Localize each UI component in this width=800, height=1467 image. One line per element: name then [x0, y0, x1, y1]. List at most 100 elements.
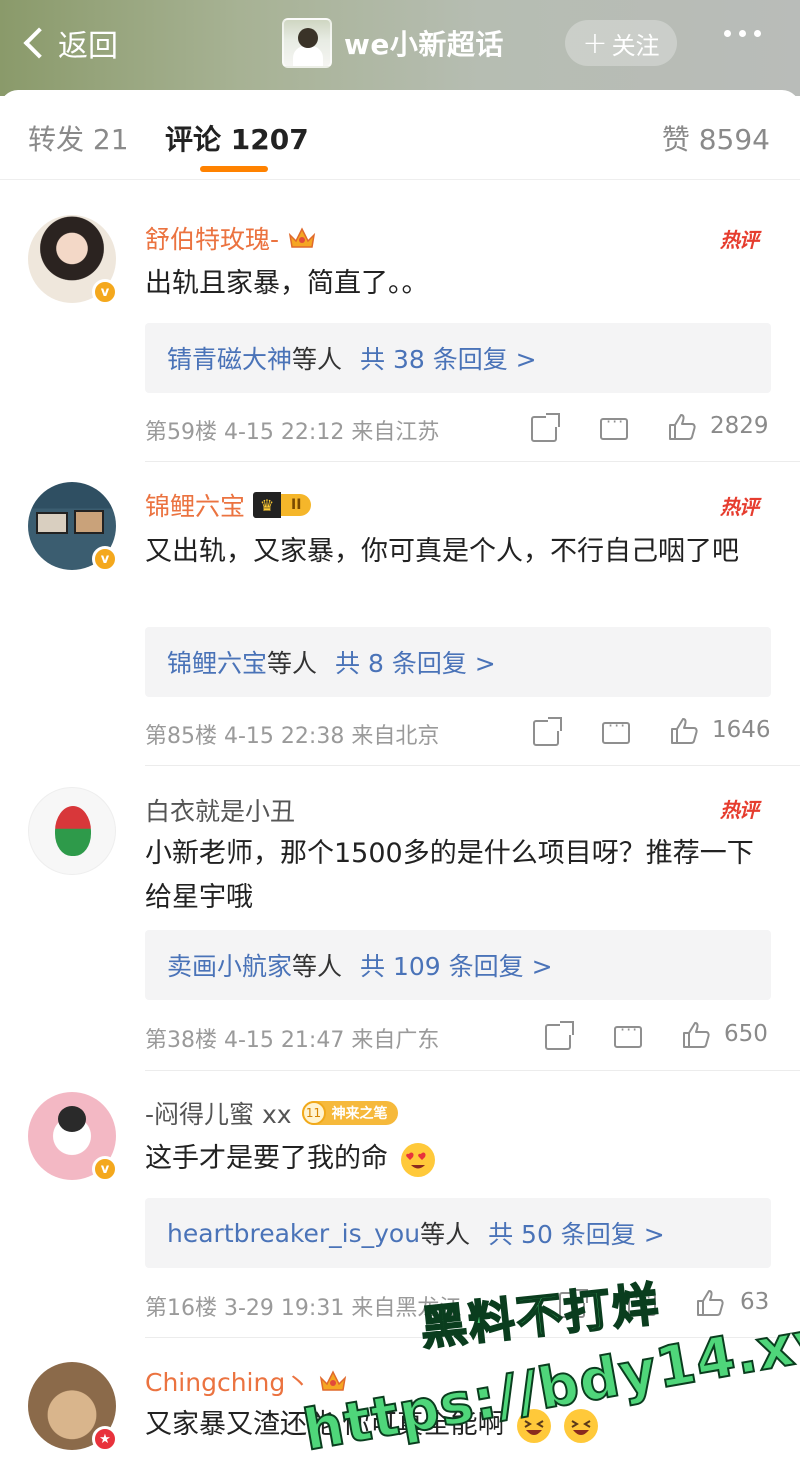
username[interactable]: Chingching丶 — [145, 1363, 348, 1399]
divider — [145, 1070, 800, 1071]
reply-count[interactable]: 共 38 条回复 > — [360, 340, 537, 376]
tab-bar: 转发 21 评论 1207 赞 8594 — [0, 90, 800, 180]
top-bar: 返回 we小新超话 + 关注 — [0, 0, 800, 96]
username-text: 白衣就是小丑 — [145, 797, 296, 826]
reply-mid: 等人 — [267, 649, 318, 678]
comment-text[interactable]: 这手才是要了我的命 — [145, 1137, 775, 1181]
comment-text[interactable]: 小新老师，那个1500多的是什么项目呀？推荐一下给星宇哦 — [145, 832, 775, 920]
crown-icon: ♛ — [253, 492, 282, 518]
comment-meta: 第16楼 3-29 19:31 来自黑龙江 — [145, 1290, 461, 1322]
avatar[interactable]: ★ — [28, 1362, 118, 1452]
hot-comment-badge: 热评 — [720, 798, 759, 822]
comment-icon[interactable] — [602, 716, 630, 744]
like-count: 2829 — [710, 413, 769, 439]
tab-likes[interactable]: 赞 8594 — [662, 118, 770, 158]
reply-count[interactable]: 共 109 条回复 > — [360, 947, 553, 983]
verified-badge-icon: ★ — [92, 1426, 118, 1452]
hot-comment-badge: 热评 — [720, 228, 759, 252]
tab-repost[interactable]: 转发 21 — [28, 118, 129, 158]
username-text: -闷得儿蜜 xx — [145, 1100, 292, 1129]
crown-icon — [318, 1368, 348, 1394]
avatar[interactable]: v — [28, 1092, 118, 1182]
username[interactable]: 舒伯特玫瑰- — [145, 220, 317, 256]
share-icon[interactable] — [545, 1021, 574, 1050]
like-icon[interactable] — [681, 1020, 711, 1050]
comment-meta: 第59楼 4-15 22:12 来自江苏 — [145, 414, 439, 446]
heart-eyes-emoji-icon — [400, 1142, 435, 1177]
divider — [145, 765, 800, 766]
like-icon[interactable] — [667, 412, 697, 442]
floor-number: 第38楼 — [145, 1028, 217, 1053]
floor-number: 第16楼 — [145, 1296, 217, 1321]
like-count: 63 — [740, 1289, 770, 1315]
replies-summary[interactable]: 锦鲤六宝 等人 共 8 条回复 > — [145, 627, 771, 697]
verified-badge-icon: v — [92, 546, 118, 572]
replies-summary[interactable]: heartbreaker_is_you 等人 共 50 条回复 > — [145, 1198, 771, 1268]
hot-comment-badge: 热评 — [720, 495, 759, 519]
topic-title[interactable]: we小新超话 — [282, 18, 504, 68]
comment-location: 来自北京 — [351, 724, 440, 749]
medal-number: 11 — [301, 1101, 326, 1125]
reply-mid: 等人 — [292, 952, 343, 981]
medal-text: 神来之笔 — [331, 1106, 388, 1122]
reply-users[interactable]: 卖画小航家 — [167, 947, 292, 983]
replies-summary[interactable]: 锖青磁大神 等人 共 38 条回复 > — [145, 323, 771, 393]
vip-level-badge: ♛ II — [253, 492, 312, 518]
like-count: 650 — [724, 1021, 768, 1047]
username-text: 舒伯特玫瑰- — [145, 225, 280, 254]
like-icon[interactable] — [695, 1288, 725, 1318]
like-icon[interactable] — [669, 716, 699, 746]
username[interactable]: -闷得儿蜜 xx 11 神来之笔 — [145, 1095, 398, 1131]
username-text: 锦鲤六宝 — [145, 492, 246, 521]
share-icon[interactable] — [533, 717, 562, 746]
floor-number: 第85楼 — [145, 724, 217, 749]
reply-users[interactable]: 锦鲤六宝 — [167, 644, 267, 680]
reply-count[interactable]: 共 8 条回复 > — [335, 644, 496, 680]
crown-icon — [287, 225, 317, 251]
follow-label: 关注 — [611, 31, 660, 60]
share-icon[interactable] — [531, 413, 560, 442]
chevron-left-icon — [23, 27, 55, 59]
follow-button[interactable]: + 关注 — [565, 20, 677, 66]
comment-icon[interactable] — [600, 412, 628, 440]
username[interactable]: 白衣就是小丑 — [145, 792, 295, 828]
comment-text-body: 这手才是要了我的命 — [145, 1143, 388, 1174]
comment-time: 4-15 22:38 — [224, 724, 345, 749]
reply-users[interactable]: 锖青磁大神 — [167, 340, 292, 376]
comment-text[interactable]: 又出轨，又家暴，你可真是个人，不行自己咽了吧 — [145, 530, 775, 574]
comment-location: 来自江苏 — [351, 420, 440, 445]
avatar[interactable]: v — [28, 482, 118, 572]
verified-badge-icon: v — [92, 1156, 118, 1182]
reply-users[interactable]: heartbreaker_is_you — [167, 1219, 420, 1248]
comment-time: 3-29 19:31 — [224, 1296, 345, 1321]
username-text: Chingching丶 — [145, 1368, 311, 1397]
divider — [145, 461, 800, 462]
comment-time: 4-15 22:12 — [224, 420, 345, 445]
floor-number: 第59楼 — [145, 420, 217, 445]
topic-name: we小新超话 — [344, 28, 504, 61]
comment-location: 来自广东 — [351, 1028, 440, 1053]
avatar[interactable]: v — [28, 215, 118, 305]
comment-meta: 第38楼 4-15 21:47 来自广东 — [145, 1022, 439, 1054]
reply-mid: 等人 — [420, 1220, 471, 1249]
back-label: 返回 — [58, 29, 118, 64]
plus-icon: + — [582, 25, 608, 61]
reply-count[interactable]: 共 50 条回复 > — [488, 1215, 665, 1251]
back-button[interactable]: 返回 — [22, 20, 118, 66]
topic-thumbnail — [282, 18, 332, 68]
comment-text[interactable]: 出轨且家暴，简直了。。 — [145, 262, 775, 306]
avatar[interactable] — [28, 787, 116, 875]
username[interactable]: 锦鲤六宝 ♛ II — [145, 487, 312, 523]
vip-level-text: II — [281, 494, 312, 516]
comment-time: 4-15 21:47 — [224, 1028, 345, 1053]
fan-medal-badge: 11 神来之笔 — [301, 1101, 398, 1125]
replies-summary[interactable]: 卖画小航家 等人 共 109 条回复 > — [145, 930, 771, 1000]
comment-meta: 第85楼 4-15 22:38 来自北京 — [145, 718, 439, 750]
verified-badge-icon: v — [92, 279, 118, 305]
like-count: 1646 — [712, 717, 771, 743]
active-tab-indicator — [200, 166, 268, 172]
more-dots-icon[interactable] — [724, 30, 761, 37]
comment-icon[interactable] — [614, 1020, 642, 1048]
reply-mid: 等人 — [292, 345, 343, 374]
tab-comments[interactable]: 评论 1207 — [165, 118, 309, 158]
